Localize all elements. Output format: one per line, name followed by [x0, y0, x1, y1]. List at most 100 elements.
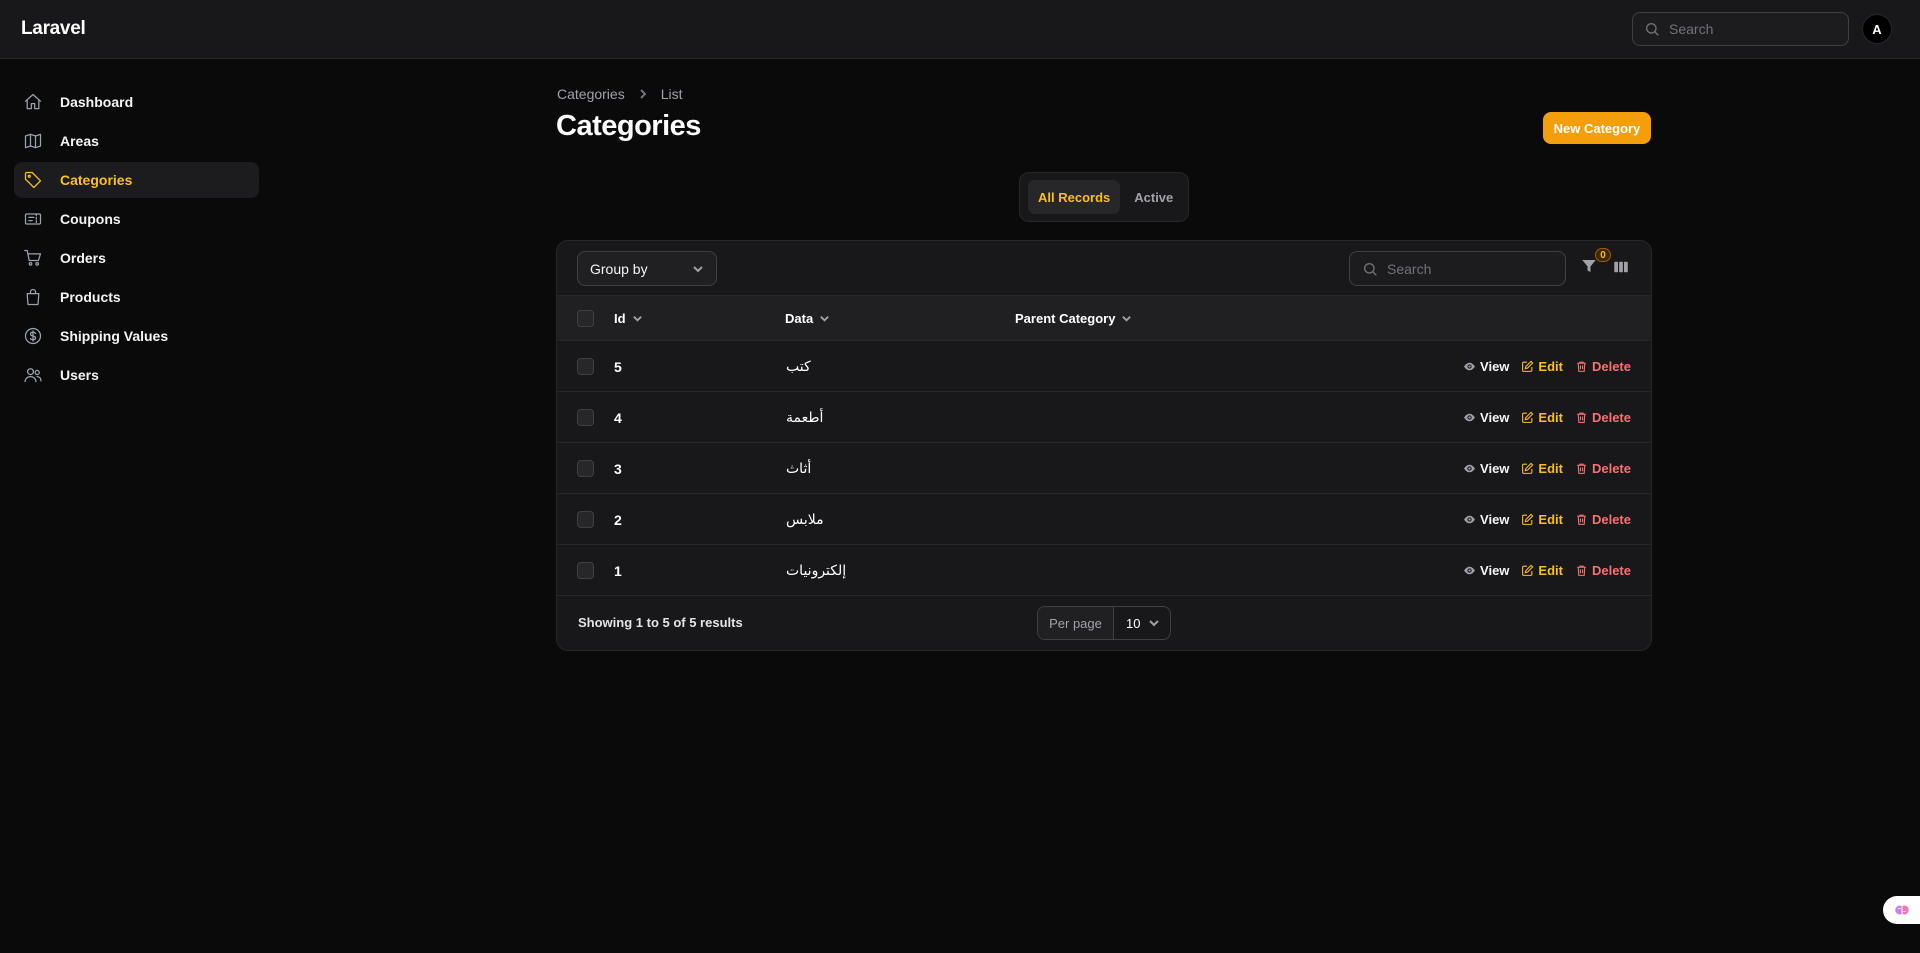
sidebar-item-label: Orders	[60, 250, 106, 266]
view-label: View	[1480, 410, 1510, 425]
tab-active[interactable]: Active	[1124, 180, 1183, 214]
view-button[interactable]: View	[1463, 512, 1509, 527]
columns-icon[interactable]	[1612, 258, 1632, 278]
edit-button[interactable]: Edit	[1521, 359, 1563, 374]
table-search-input[interactable]	[1387, 260, 1547, 277]
eye-icon	[1464, 362, 1475, 371]
cell-data: أطعمة	[786, 409, 824, 425]
select-all-checkbox[interactable]	[577, 310, 594, 327]
view-button[interactable]: View	[1463, 359, 1509, 374]
table-row[interactable]: 1 إلكترونيات View Edit Delete	[557, 545, 1651, 596]
tab-all-records[interactable]: All Records	[1028, 180, 1121, 214]
breadcrumb-categories[interactable]: Categories	[557, 86, 625, 102]
breadcrumb-list: List	[660, 86, 683, 102]
delete-button[interactable]: Delete	[1575, 359, 1631, 374]
pencil-square-icon	[1522, 411, 1534, 423]
global-search-input[interactable]	[1669, 21, 1829, 37]
view-label: View	[1480, 461, 1510, 476]
cell-id: 3	[614, 460, 622, 477]
row-actions: View Edit Delete	[1451, 443, 1631, 494]
sidebar-item-label: Categories	[60, 172, 133, 188]
column-header-label: Data	[785, 311, 814, 326]
delete-button[interactable]: Delete	[1575, 512, 1631, 527]
view-label: View	[1480, 563, 1510, 578]
column-header-id[interactable]: Id	[614, 296, 643, 341]
group-by-select[interactable]: Group by	[577, 251, 717, 286]
chevron-right-icon	[637, 88, 649, 100]
row-checkbox[interactable]	[577, 409, 594, 426]
table-search[interactable]	[1349, 251, 1566, 286]
sidebar-item-shipping-values[interactable]: Shipping Values	[14, 318, 259, 354]
sidebar-item-coupons[interactable]: Coupons	[14, 201, 259, 237]
trash-icon	[1577, 565, 1586, 576]
pencil-square-icon	[1522, 462, 1534, 474]
brain-icon[interactable]	[1883, 896, 1920, 924]
sidebar-item-orders[interactable]: Orders	[14, 240, 259, 276]
cell-id: 5	[614, 358, 622, 375]
eye-icon	[1464, 566, 1475, 575]
cell-data: ملابس	[786, 511, 824, 527]
view-label: View	[1480, 359, 1510, 374]
results-summary: Showing 1 to 5 of 5 results	[578, 615, 743, 630]
shopping-bag-icon	[22, 286, 44, 308]
delete-button[interactable]: Delete	[1575, 563, 1631, 578]
per-page-select[interactable]: 10	[1114, 607, 1170, 639]
table-row[interactable]: 4 أطعمة View Edit Delete	[557, 392, 1651, 443]
per-page-label: Per page	[1038, 607, 1114, 639]
breadcrumb: Categories List	[557, 86, 683, 102]
row-actions: View Edit Delete	[1451, 545, 1631, 596]
brand-logo[interactable]: Laravel	[21, 18, 86, 40]
cell-data: أثاث	[786, 460, 812, 476]
record-tabs: All Records Active	[1019, 172, 1189, 222]
table-footer: Showing 1 to 5 of 5 results Per page 10	[557, 596, 1651, 650]
chevron-down-icon	[820, 316, 830, 322]
sidebar-item-areas[interactable]: Areas	[14, 123, 259, 159]
view-label: View	[1480, 512, 1510, 527]
sidebar-item-users[interactable]: Users	[14, 357, 259, 393]
table-row[interactable]: 5 كتب View Edit Delete	[557, 341, 1651, 392]
edit-button[interactable]: Edit	[1521, 512, 1563, 527]
sidebar-item-categories[interactable]: Categories	[14, 162, 259, 198]
cell-data: إلكترونيات	[786, 562, 847, 578]
edit-button[interactable]: Edit	[1521, 563, 1563, 578]
table-row[interactable]: 3 أثاث View Edit Delete	[557, 443, 1651, 494]
row-checkbox[interactable]	[577, 460, 594, 477]
delete-button[interactable]: Delete	[1575, 461, 1631, 476]
row-checkbox[interactable]	[577, 358, 594, 375]
global-search[interactable]	[1632, 12, 1849, 46]
row-checkbox[interactable]	[577, 511, 594, 528]
view-button[interactable]: View	[1463, 563, 1509, 578]
search-icon	[1364, 262, 1377, 276]
column-header-parent-category[interactable]: Parent Category	[1015, 296, 1132, 341]
view-button[interactable]: View	[1463, 461, 1509, 476]
edit-button[interactable]: Edit	[1521, 461, 1563, 476]
edit-label: Edit	[1538, 410, 1563, 425]
chevron-down-icon	[693, 265, 703, 272]
eye-icon	[1464, 464, 1475, 473]
column-header-data[interactable]: Data	[785, 296, 830, 341]
new-category-button[interactable]: New Category	[1543, 112, 1651, 144]
edit-label: Edit	[1538, 461, 1563, 476]
cart-icon	[22, 247, 44, 269]
user-avatar[interactable]: A	[1862, 14, 1892, 44]
column-header-label: Parent Category	[1015, 311, 1116, 326]
edit-label: Edit	[1538, 359, 1563, 374]
edit-label: Edit	[1538, 512, 1563, 527]
sidebar-item-products[interactable]: Products	[14, 279, 259, 315]
row-actions: View Edit Delete	[1451, 341, 1631, 392]
sidebar-item-label: Areas	[60, 133, 99, 149]
row-checkbox[interactable]	[577, 562, 594, 579]
edit-button[interactable]: Edit	[1521, 410, 1563, 425]
delete-label: Delete	[1591, 563, 1631, 578]
view-button[interactable]: View	[1463, 410, 1509, 425]
table-toolbar: Group by 0	[557, 241, 1651, 296]
table-header: Id Data Parent Category	[557, 296, 1651, 341]
delete-label: Delete	[1591, 410, 1631, 425]
table-row[interactable]: 2 ملابس View Edit Delete	[557, 494, 1651, 545]
delete-button[interactable]: Delete	[1575, 410, 1631, 425]
table-body: 5 كتب View Edit Delete 4 أطعمة View Edit…	[557, 341, 1651, 596]
cell-id: 4	[614, 409, 622, 426]
sidebar-item-dashboard[interactable]: Dashboard	[14, 84, 259, 120]
trash-icon	[1577, 361, 1586, 372]
delete-label: Delete	[1591, 512, 1631, 527]
